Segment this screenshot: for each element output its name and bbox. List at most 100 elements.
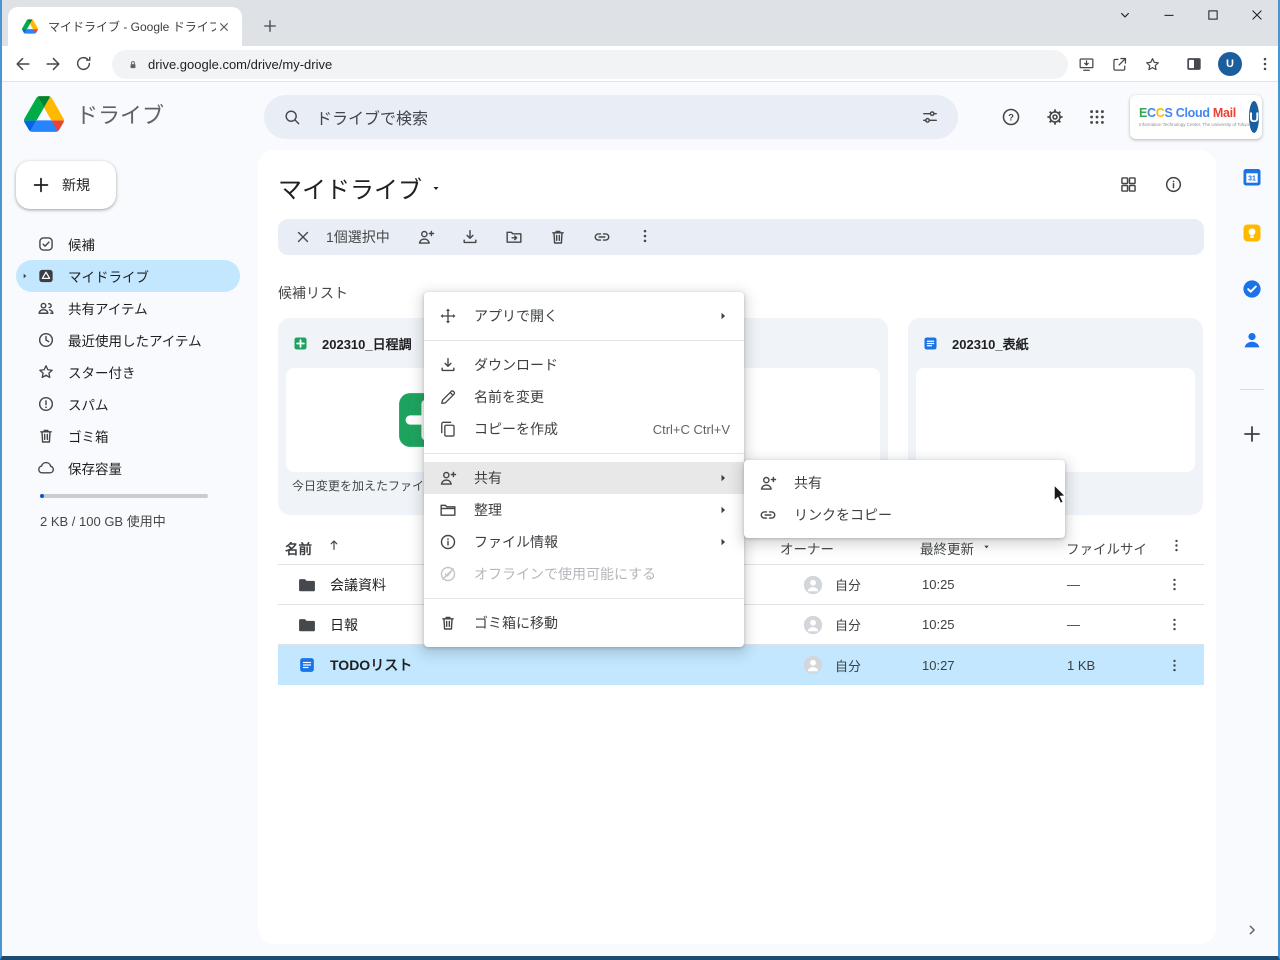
sort-descending-caret-icon[interactable] (981, 541, 992, 552)
submenu-arrow-icon (716, 535, 730, 549)
hide-side-panel-chevron-icon[interactable] (1242, 920, 1262, 940)
new-button[interactable]: 新規 (16, 161, 116, 209)
sidebar-item-spam[interactable]: スパム (16, 388, 240, 420)
trash-selected-icon[interactable] (548, 227, 568, 247)
row-more-icon[interactable] (1166, 576, 1183, 593)
column-header-more-icon[interactable] (1168, 537, 1185, 554)
account-avatar[interactable]: U (1249, 101, 1259, 133)
tab-close-icon[interactable] (216, 19, 232, 35)
lock-icon (126, 58, 140, 72)
calendar-icon[interactable]: 31 (1240, 165, 1264, 189)
expand-caret-icon[interactable] (21, 272, 29, 280)
column-header-size[interactable]: ファイルサイ (1066, 538, 1147, 558)
sort-ascending-icon[interactable] (326, 537, 342, 553)
trash-icon (36, 426, 56, 446)
sidebar-item-trash[interactable]: ゴミ箱 (16, 420, 240, 452)
new-tab-button[interactable] (257, 13, 283, 39)
sidebar-item-label: スター付き (68, 362, 136, 382)
menu-item-download[interactable]: ダウンロード (424, 349, 744, 381)
column-header-modified[interactable]: 最終更新 (920, 538, 974, 558)
tab-search-chevron-icon[interactable] (1116, 6, 1134, 24)
sidebar-item-shared[interactable]: 共有アイテム (16, 292, 240, 324)
help-icon[interactable]: ? (991, 97, 1031, 137)
file-name: TODOリスト (330, 655, 412, 675)
share-page-icon[interactable] (1110, 55, 1129, 74)
forward-icon[interactable] (38, 49, 68, 79)
menu-item-move-to-trash[interactable]: ゴミ箱に移動 (424, 607, 744, 639)
menu-item-file-info[interactable]: ファイル情報 (424, 526, 744, 558)
file-size: — (1067, 617, 1080, 632)
title-dropdown-caret-icon[interactable] (430, 182, 442, 194)
window-maximize-icon[interactable] (1204, 6, 1222, 24)
page-title[interactable]: マイドライブ (278, 170, 442, 205)
browser-menu-icon[interactable] (1256, 55, 1274, 73)
apps-grid-icon[interactable] (1077, 97, 1117, 137)
row-more-icon[interactable] (1166, 616, 1183, 633)
row-more-icon[interactable] (1166, 657, 1183, 674)
keep-icon[interactable] (1240, 221, 1264, 245)
context-menu: アプリで開く ダウンロード 名前を変更 コピーを作成 Ctrl+C Ctrl+V… (424, 292, 744, 647)
person-add-icon (758, 473, 778, 493)
column-header-owner[interactable]: オーナー (780, 538, 834, 558)
sheets-file-icon (292, 335, 309, 352)
menu-item-make-copy[interactable]: コピーを作成 Ctrl+C Ctrl+V (424, 413, 744, 445)
account-badge[interactable]: ECCS Cloud Mail Information Technology C… (1130, 95, 1262, 139)
download-selected-icon[interactable] (460, 227, 480, 247)
more-actions-icon[interactable] (636, 227, 654, 247)
menu-item-rename[interactable]: 名前を変更 (424, 381, 744, 413)
menu-item-open-with[interactable]: アプリで開く (424, 300, 744, 332)
submenu-arrow-icon (716, 471, 730, 485)
modified-time: 10:27 (922, 658, 955, 673)
sidebar-item-starred[interactable]: スター付き (16, 356, 240, 388)
side-panel-divider (1240, 389, 1264, 390)
address-bar[interactable]: drive.google.com/drive/my-drive (112, 50, 1068, 79)
tab-title: マイドライブ - Google ドライブ (48, 18, 216, 35)
copy-link-icon[interactable] (592, 227, 612, 247)
storage-icon (36, 458, 56, 478)
sidebar-item-label: スパム (68, 394, 109, 414)
svg-text:31: 31 (1248, 176, 1256, 183)
file-size: — (1067, 577, 1080, 592)
browser-profile-avatar[interactable]: U (1218, 52, 1242, 76)
folder-icon (297, 575, 317, 595)
sidebar-item-suggestions[interactable]: 候補 (16, 228, 240, 260)
install-icon[interactable] (1077, 55, 1096, 74)
card-preview (916, 368, 1195, 472)
column-header-name[interactable]: 名前 (285, 538, 312, 558)
menu-item-organize[interactable]: 整理 (424, 494, 744, 526)
my-drive-icon (36, 266, 56, 286)
sidebar-item-storage[interactable]: 保存容量 (16, 452, 240, 484)
sidebar-item-label: 保存容量 (68, 458, 122, 478)
search-icon[interactable] (282, 107, 302, 127)
offline-icon (438, 564, 458, 584)
app-name: ドライブ (76, 98, 164, 130)
tasks-icon[interactable] (1240, 277, 1264, 301)
table-row-selected[interactable]: TODOリスト 自分 10:27 1 KB (278, 645, 1204, 685)
window-close-icon[interactable] (1248, 6, 1266, 24)
person-add-icon (438, 468, 458, 488)
search-input[interactable]: ドライブで検索 (264, 95, 958, 139)
contacts-icon[interactable] (1240, 328, 1264, 352)
submenu-item-share[interactable]: 共有 (744, 467, 1065, 499)
back-icon[interactable] (8, 49, 38, 79)
window-minimize-icon[interactable] (1160, 6, 1178, 24)
settings-gear-icon[interactable] (1035, 97, 1075, 137)
sidebar-item-label: ゴミ箱 (68, 426, 109, 446)
advanced-search-tune-icon[interactable] (920, 107, 940, 127)
browser-tab[interactable]: マイドライブ - Google ドライブ (8, 7, 242, 46)
reload-icon[interactable] (68, 49, 98, 79)
submenu-item-copy-link[interactable]: リンクをコピー (744, 499, 1065, 531)
move-to-folder-icon[interactable] (504, 227, 524, 247)
share-selected-icon[interactable] (416, 227, 436, 247)
get-add-ons-icon[interactable] (1240, 422, 1264, 446)
mouse-cursor (1053, 484, 1068, 505)
sidebar-item-my-drive[interactable]: マイドライブ (16, 260, 240, 292)
drive-logo[interactable] (24, 96, 64, 132)
side-panel-icon[interactable] (1184, 54, 1204, 74)
grid-view-icon[interactable] (1118, 174, 1139, 195)
details-info-icon[interactable] (1163, 174, 1184, 195)
menu-item-share[interactable]: 共有 (424, 462, 744, 494)
bookmark-star-icon[interactable] (1143, 55, 1162, 74)
clear-selection-icon[interactable] (294, 228, 312, 246)
sidebar-item-recent[interactable]: 最近使用したアイテム (16, 324, 240, 356)
